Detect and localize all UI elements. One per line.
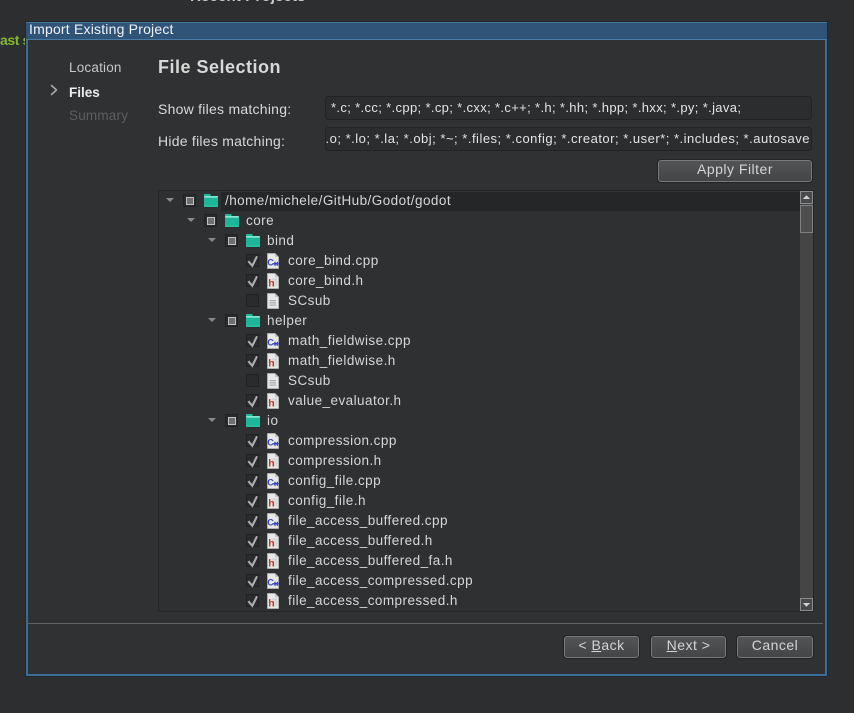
svg-text:h: h — [268, 597, 274, 609]
svg-text:h: h — [268, 457, 274, 469]
svg-text:C: C — [267, 258, 274, 268]
svg-text:h: h — [268, 537, 274, 549]
svg-text:C: C — [267, 578, 274, 588]
svg-text:h: h — [268, 277, 274, 289]
svg-text:C: C — [267, 338, 274, 348]
svg-text:h: h — [268, 557, 274, 569]
svg-text:h: h — [268, 397, 274, 409]
svg-text:C: C — [267, 478, 274, 488]
svg-text:h: h — [268, 357, 274, 369]
svg-text:C: C — [267, 518, 274, 528]
svg-text:h: h — [268, 497, 274, 509]
svg-text:C: C — [267, 438, 274, 448]
